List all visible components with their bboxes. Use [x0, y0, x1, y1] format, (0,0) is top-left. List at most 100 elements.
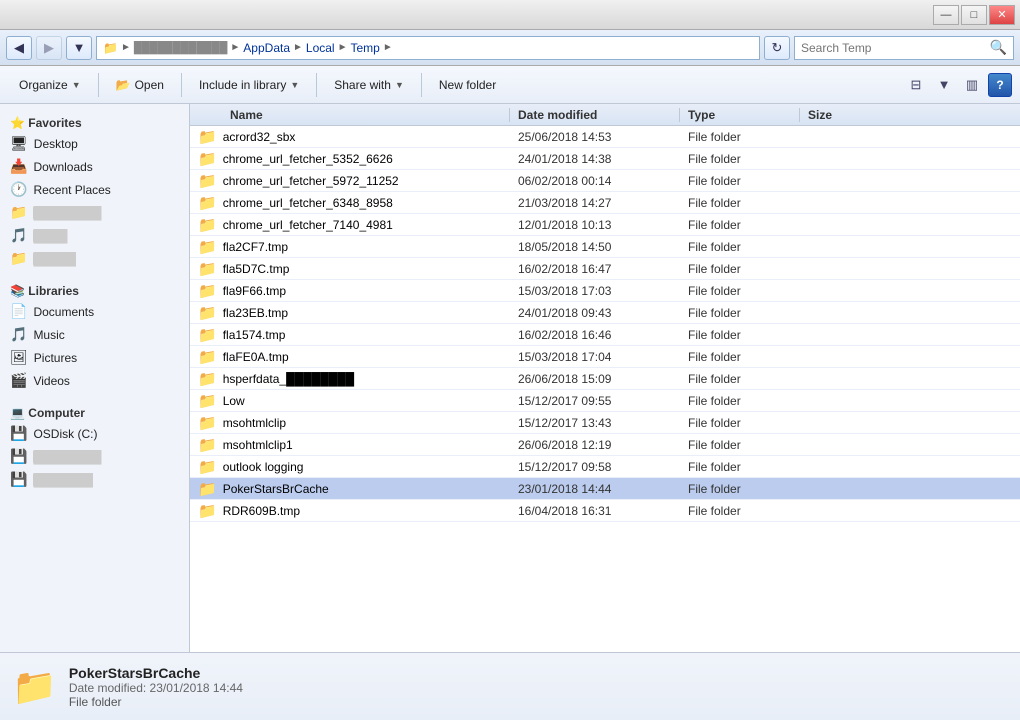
- table-row[interactable]: 📁 fla1574.tmp 16/02/2018 16:46 File fold…: [190, 324, 1020, 346]
- file-type-cell: File folder: [680, 218, 800, 232]
- sidebar-item-label: ████████: [33, 206, 101, 220]
- sidebar-item-downloads[interactable]: 📥 Downloads: [0, 155, 189, 178]
- table-row[interactable]: 📁 acrord32_sbx 25/06/2018 14:53 File fol…: [190, 126, 1020, 148]
- file-name-cell: 📁 chrome_url_fetcher_5972_11252: [190, 172, 510, 190]
- table-row[interactable]: 📁 outlook logging 15/12/2017 09:58 File …: [190, 456, 1020, 478]
- table-row[interactable]: 📁 PokerStarsBrCache 23/01/2018 14:44 Fil…: [190, 478, 1020, 500]
- search-box[interactable]: 🔍: [794, 36, 1014, 60]
- file-name: msohtmlclip: [223, 416, 286, 430]
- include-dropdown-arrow: ▼: [290, 80, 299, 90]
- table-row[interactable]: 📁 flaFE0A.tmp 15/03/2018 17:04 File fold…: [190, 346, 1020, 368]
- refresh-button[interactable]: ↻: [764, 36, 790, 60]
- sidebar-item-desktop[interactable]: 🖥 Desktop: [0, 132, 189, 155]
- view-dropdown-button[interactable]: ▼: [932, 73, 956, 97]
- table-row[interactable]: 📁 RDR609B.tmp 16/04/2018 16:31 File fold…: [190, 500, 1020, 522]
- forward-button: ▶: [36, 36, 62, 60]
- table-row[interactable]: 📁 chrome_url_fetcher_5352_6626 24/01/201…: [190, 148, 1020, 170]
- sidebar-item-label: █████: [33, 252, 76, 266]
- sidebar-item-blurred2[interactable]: 🎵 ████: [0, 224, 189, 247]
- file-name: outlook logging: [223, 460, 304, 474]
- table-row[interactable]: 📁 Low 15/12/2017 09:55 File folder: [190, 390, 1020, 412]
- table-row[interactable]: 📁 fla23EB.tmp 24/01/2018 09:43 File fold…: [190, 302, 1020, 324]
- table-row[interactable]: 📁 hsperfdata_████████ 26/06/2018 15:09 F…: [190, 368, 1020, 390]
- maximize-button[interactable]: □: [961, 5, 987, 25]
- file-name-cell: 📁 fla1574.tmp: [190, 326, 510, 344]
- share-with-button[interactable]: Share with ▼: [323, 71, 415, 99]
- sidebar-item-documents[interactable]: 📄 Documents: [0, 300, 189, 323]
- file-type-cell: File folder: [680, 482, 800, 496]
- open-button[interactable]: 📂 Open: [105, 71, 175, 99]
- file-date-cell: 16/02/2018 16:46: [510, 328, 680, 342]
- organize-button[interactable]: Organize ▼: [8, 71, 92, 99]
- breadcrumb-local[interactable]: Local: [306, 41, 335, 55]
- folder-icon: 📁: [198, 480, 217, 498]
- file-name: flaFE0A.tmp: [223, 350, 289, 364]
- back-button[interactable]: ◀: [6, 36, 32, 60]
- file-name: msohtmlclip1: [223, 438, 293, 452]
- search-input[interactable]: [801, 41, 990, 55]
- sidebar-item-label: Desktop: [34, 137, 78, 151]
- table-row[interactable]: 📁 msohtmlclip 15/12/2017 13:43 File fold…: [190, 412, 1020, 434]
- file-type-cell: File folder: [680, 372, 800, 386]
- minimize-button[interactable]: —: [933, 5, 959, 25]
- breadcrumb-folder-icon: 📁: [103, 41, 118, 55]
- file-name-cell: 📁 flaFE0A.tmp: [190, 348, 510, 366]
- table-row[interactable]: 📁 fla5D7C.tmp 16/02/2018 16:47 File fold…: [190, 258, 1020, 280]
- table-row[interactable]: 📁 chrome_url_fetcher_7140_4981 12/01/201…: [190, 214, 1020, 236]
- sidebar-item-drive2[interactable]: 💾 ████████: [0, 445, 189, 468]
- table-row[interactable]: 📁 chrome_url_fetcher_6348_8958 21/03/201…: [190, 192, 1020, 214]
- table-row[interactable]: 📁 fla9F66.tmp 15/03/2018 17:03 File fold…: [190, 280, 1020, 302]
- col-type-header[interactable]: Type: [680, 108, 800, 122]
- sidebar-item-drive3[interactable]: 💾 ███████: [0, 468, 189, 491]
- sidebar-item-osdisk[interactable]: 💾 OSDisk (C:): [0, 422, 189, 445]
- folder-icon: 📁: [198, 282, 217, 300]
- drive3-icon: 💾: [10, 471, 27, 488]
- address-bar: ◀ ▶ ▼ 📁 ► ████████████ ► AppData ► Local…: [0, 30, 1020, 66]
- folder-icon: 📁: [198, 260, 217, 278]
- file-type-cell: File folder: [680, 196, 800, 210]
- file-name-cell: 📁 chrome_url_fetcher_6348_8958: [190, 194, 510, 212]
- include-in-library-button[interactable]: Include in library ▼: [188, 71, 310, 99]
- close-button[interactable]: ✕: [989, 5, 1015, 25]
- breadcrumb-sep2: ►: [230, 42, 240, 53]
- open-icon: 📂: [116, 78, 131, 92]
- new-folder-label: New folder: [439, 78, 496, 92]
- col-name-header[interactable]: Name: [190, 108, 510, 122]
- file-type-cell: File folder: [680, 350, 800, 364]
- file-name-cell: 📁 hsperfdata_████████: [190, 370, 510, 388]
- file-name: Low: [223, 394, 245, 408]
- file-name: acrord32_sbx: [223, 130, 296, 144]
- breadcrumb[interactable]: 📁 ► ████████████ ► AppData ► Local ► Tem…: [96, 36, 760, 60]
- toolbar-separator-2: [181, 73, 182, 97]
- sidebar-item-blurred3[interactable]: 📁 █████: [0, 247, 189, 270]
- folder-icon: 📁: [198, 458, 217, 476]
- sidebar-item-pictures[interactable]: 🖼 Pictures: [0, 346, 189, 369]
- search-icon[interactable]: 🔍: [990, 39, 1007, 56]
- breadcrumb-appdata[interactable]: AppData: [243, 41, 290, 55]
- view-details-button[interactable]: ⊟: [904, 73, 928, 97]
- folder-icon: 📁: [198, 502, 217, 520]
- table-row[interactable]: 📁 chrome_url_fetcher_5972_11252 06/02/20…: [190, 170, 1020, 192]
- sidebar-item-videos[interactable]: 🎬 Videos: [0, 369, 189, 392]
- sidebar-item-blurred1[interactable]: 📁 ████████: [0, 201, 189, 224]
- dropdown-button[interactable]: ▼: [66, 36, 92, 60]
- sidebar-item-music[interactable]: 🎵 Music: [0, 323, 189, 346]
- table-row[interactable]: 📁 msohtmlclip1 26/06/2018 12:19 File fol…: [190, 434, 1020, 456]
- new-folder-button[interactable]: New folder: [428, 71, 507, 99]
- preview-pane-button[interactable]: ▥: [960, 73, 984, 97]
- breadcrumb-temp[interactable]: Temp: [351, 41, 380, 55]
- file-date-cell: 15/03/2018 17:04: [510, 350, 680, 364]
- table-row[interactable]: 📁 fla2CF7.tmp 18/05/2018 14:50 File fold…: [190, 236, 1020, 258]
- sidebar-item-recent-places[interactable]: 🕐 Recent Places: [0, 178, 189, 201]
- help-button[interactable]: ?: [988, 73, 1012, 97]
- file-name: fla2CF7.tmp: [223, 240, 288, 254]
- file-date-cell: 15/12/2017 13:43: [510, 416, 680, 430]
- file-type-cell: File folder: [680, 438, 800, 452]
- sidebar-item-label: ████████: [33, 450, 101, 464]
- col-size-header[interactable]: Size: [800, 108, 1020, 122]
- file-name-cell: 📁 chrome_url_fetcher_5352_6626: [190, 150, 510, 168]
- file-type-cell: File folder: [680, 504, 800, 518]
- col-date-header[interactable]: Date modified: [510, 108, 680, 122]
- status-bar: 📁 PokerStarsBrCache Date modified: 23/01…: [0, 652, 1020, 720]
- blurred3-icon: 📁: [10, 250, 27, 267]
